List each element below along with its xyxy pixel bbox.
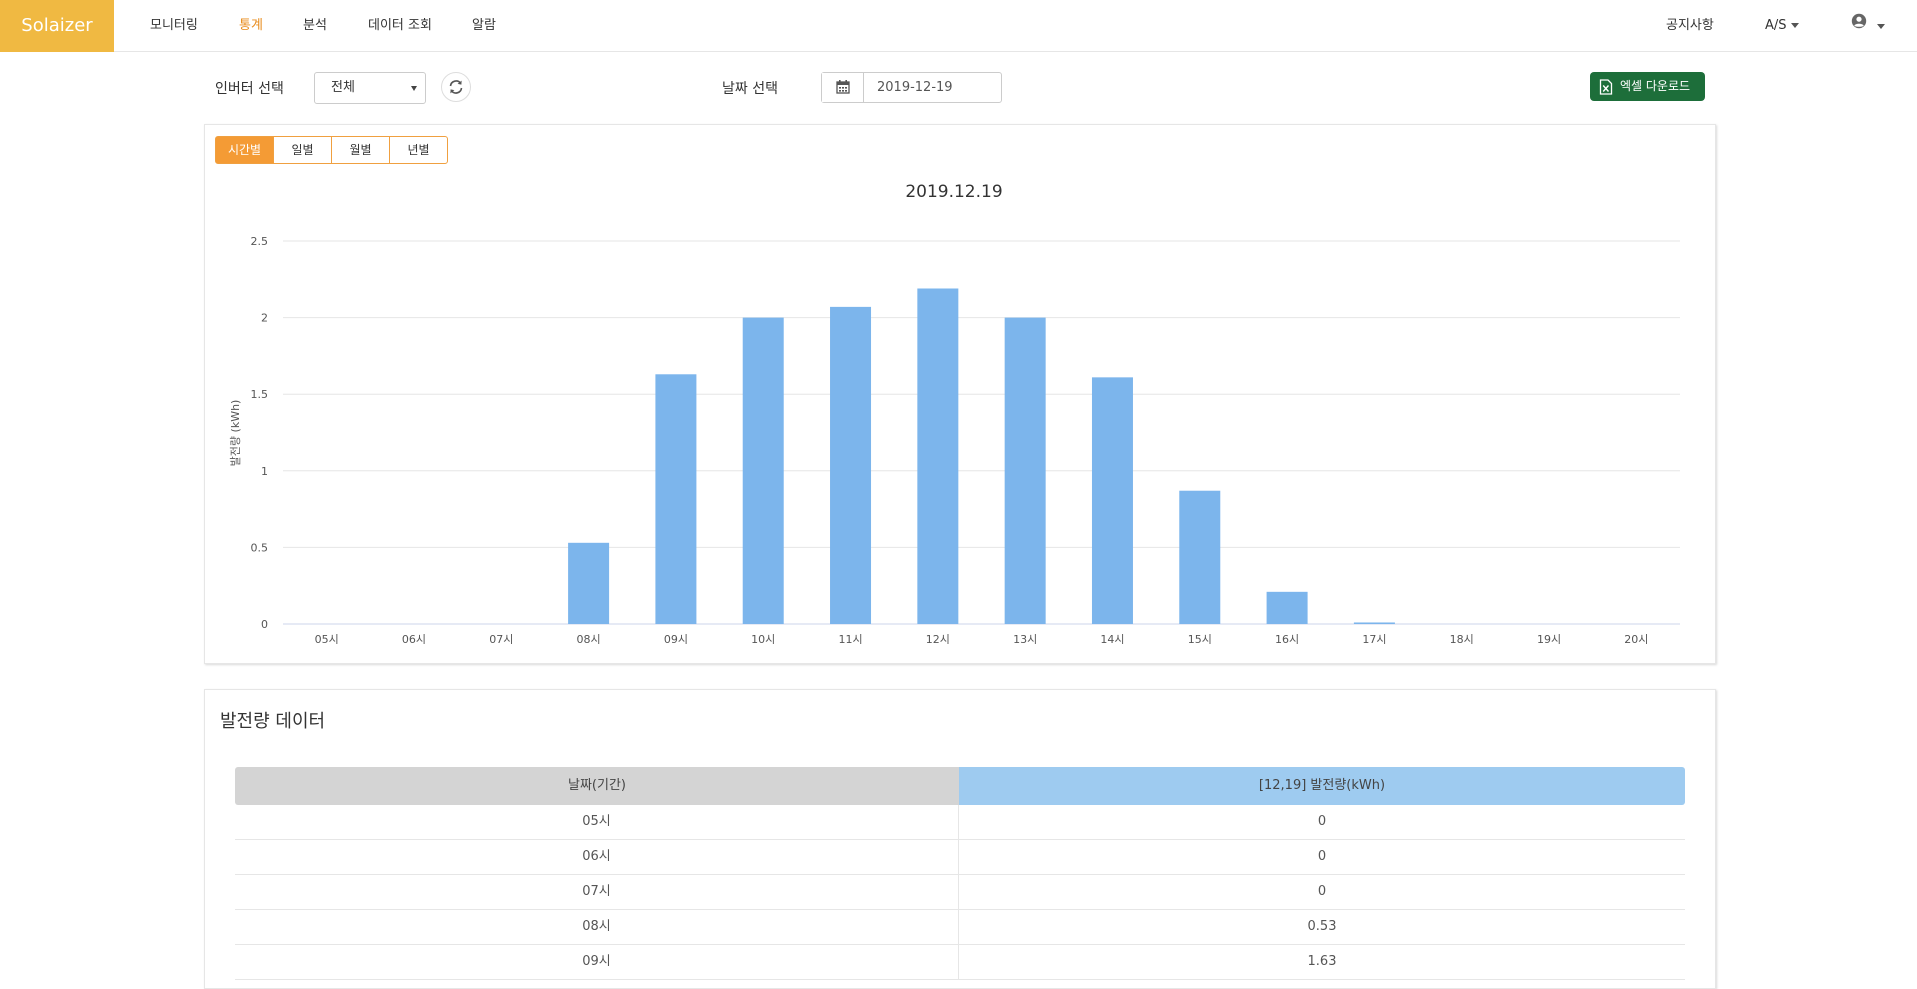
nav-item-alarm[interactable]: 알람: [472, 0, 496, 52]
table-cell-value: 0: [1317, 814, 1327, 829]
brand-logo[interactable]: Solaizer: [0, 0, 114, 52]
table-cell-period: 08시: [235, 910, 959, 944]
date-input[interactable]: [865, 73, 1001, 102]
table-row: 08시 0.53: [235, 910, 1685, 945]
date-picker: [821, 72, 1002, 103]
date-picker-button[interactable]: [822, 73, 864, 102]
table-header: 날짜(기간) [12,19] 발전량(kWh): [235, 767, 1685, 805]
tab-hourly[interactable]: 시간별: [215, 136, 274, 164]
chevron-down-icon: [1790, 23, 1799, 28]
date-select-label: 날짜 선택: [722, 81, 778, 97]
table-cell-period: 09시: [235, 945, 959, 979]
chart-panel: [204, 124, 1716, 664]
table-header-generation: [12,19] 발전량(kWh): [959, 767, 1685, 805]
calendar-icon: [836, 80, 850, 94]
table-row: 06시 0: [235, 840, 1685, 875]
excel-download-label: 엑셀 다운로드: [1620, 79, 1691, 93]
tab-yearly[interactable]: 년별: [389, 136, 448, 164]
refresh-icon: [449, 80, 463, 94]
table-cell-period: 05시: [235, 805, 959, 839]
table-cell-period: 07시: [235, 875, 959, 909]
table-row: 07시 0: [235, 875, 1685, 910]
user-menu[interactable]: [1851, 0, 1885, 52]
table-cell-period: 06시: [235, 840, 959, 874]
table-row: 05시 0: [235, 805, 1685, 840]
inverter-select[interactable]: 전체: [314, 72, 426, 104]
tab-daily[interactable]: 일별: [273, 136, 332, 164]
nav-item-data-query[interactable]: 데이터 조회: [368, 0, 432, 52]
table-header-period: 날짜(기간): [235, 767, 959, 805]
chevron-down-icon: [1877, 23, 1885, 29]
period-tabs: 시간별 일별 월별 년별: [215, 136, 448, 164]
data-section-title: 발전량 데이터: [220, 711, 326, 732]
table-cell-value: 0: [1317, 884, 1327, 899]
nav-item-notice[interactable]: 공지사항: [1666, 0, 1714, 52]
excel-download-button[interactable]: 엑셀 다운로드: [1590, 72, 1705, 101]
user-icon: [1851, 0, 1867, 52]
table-cell-value: 0: [1317, 849, 1327, 864]
table-cell-value: 1.63: [1307, 954, 1337, 969]
nav-item-statistics[interactable]: 통계: [239, 0, 263, 52]
generation-table: 날짜(기간) [12,19] 발전량(kWh) 05시 0 06시 0 07시 …: [235, 767, 1685, 980]
excel-file-icon: [1599, 79, 1613, 95]
tab-monthly[interactable]: 월별: [331, 136, 390, 164]
nav-item-monitoring[interactable]: 모니터링: [150, 0, 198, 52]
inverter-select-label: 인버터 선택: [215, 81, 284, 97]
select-arrow-icon: [411, 86, 417, 91]
top-navbar: Solaizer 모니터링 통계 분석 데이터 조회 알람 공지사항 A/S: [0, 0, 1917, 52]
inverter-select-value: 전체: [331, 80, 355, 95]
nav-item-analysis[interactable]: 분석: [303, 0, 327, 52]
table-cell-value: 0.53: [1307, 919, 1337, 934]
as-dropdown-label: A/S: [1765, 18, 1787, 33]
chart-title: 2019.12.19: [905, 182, 1003, 202]
as-dropdown[interactable]: A/S: [1765, 0, 1799, 52]
refresh-button[interactable]: [441, 72, 471, 102]
table-row: 09시 1.63: [235, 945, 1685, 980]
